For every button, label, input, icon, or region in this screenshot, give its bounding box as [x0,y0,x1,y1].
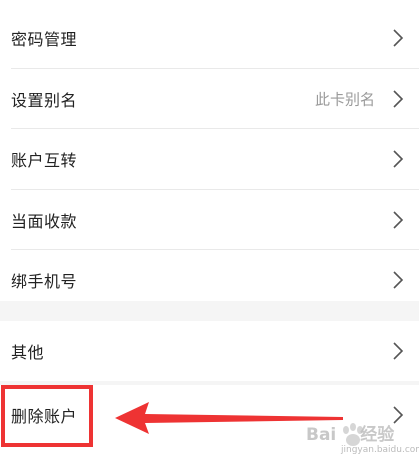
chevron-right-icon [393,271,404,289]
settings-item-password[interactable]: 密码管理 [0,8,419,68]
settings-item-alias[interactable]: 设置别名 此卡别名 [0,69,419,129]
settings-item-label: 其他 [11,343,45,362]
highlight-box [1,385,93,447]
settings-item-bind-phone[interactable]: 绑手机号 [0,250,419,310]
settings-item-label: 账户互转 [11,151,78,170]
chevron-right-icon [393,211,404,229]
watermark-brand: Bai 经验 [306,425,395,445]
settings-group-main: 密码管理 设置别名 此卡别名 账户互转 当面收款 绑手机号 [0,0,419,301]
settings-item-label: 设置别名 [11,91,78,110]
settings-item-label: 当面收款 [11,212,78,231]
settings-item-receive[interactable]: 当面收款 [0,190,419,250]
settings-page: 密码管理 设置别名 此卡别名 账户互转 当面收款 绑手机号 其他 删除账户 Ba… [0,0,419,469]
settings-item-label: 密码管理 [11,30,78,49]
settings-item-other[interactable]: 其他 [0,321,419,381]
settings-item-value: 此卡别名 [314,90,375,109]
watermark-url: jingyan.baidu.com [341,445,419,455]
settings-item-transfer[interactable]: 账户互转 [0,129,419,189]
chevron-right-icon [393,342,404,360]
chevron-right-icon [393,29,404,47]
chevron-right-icon [393,150,404,168]
chevron-right-icon [393,90,404,108]
settings-item-label: 绑手机号 [11,272,78,291]
